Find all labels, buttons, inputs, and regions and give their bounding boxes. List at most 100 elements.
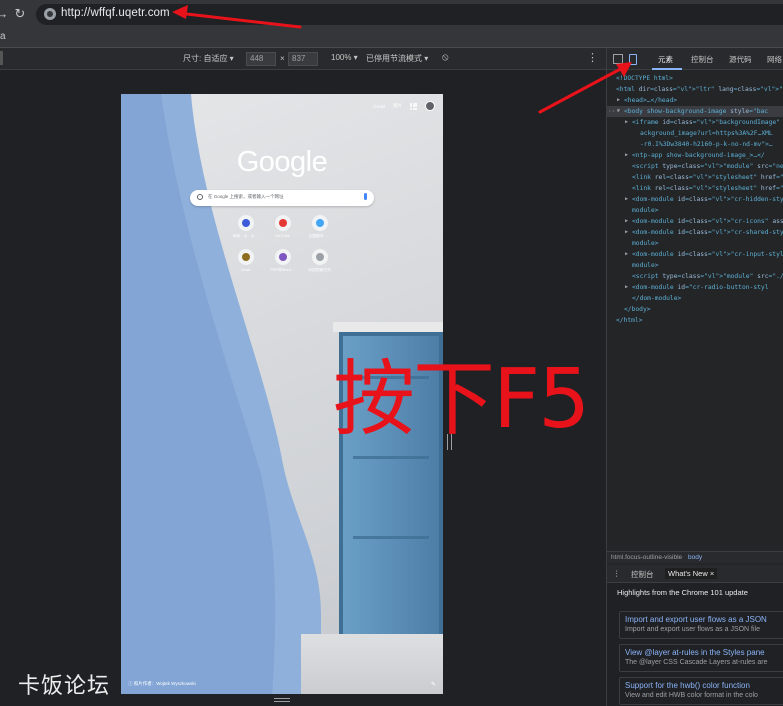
shortcut-tile[interactable]: YouTube <box>264 215 301 239</box>
card-title[interactable]: View @layer at-rules in the Styles pane <box>625 648 783 657</box>
search-input[interactable]: 在 Google 上搜索，或者输入一个网址 <box>190 190 374 206</box>
dom-node-row[interactable]: <html dir=class="vl">"ltr" lang=class="v… <box>607 84 783 95</box>
site-info-icon[interactable] <box>44 8 56 20</box>
dom-node-row[interactable]: <!DOCTYPE html> <box>607 73 783 84</box>
whats-new-card[interactable]: Support for the hwb() color function Vie… <box>619 677 783 705</box>
shortcut-label: 百度翻译 · … <box>308 234 331 238</box>
shortcut-favicon <box>241 253 250 261</box>
address-bar[interactable]: http://wffqf.uqetr.com <box>36 4 783 25</box>
photo-credit[interactable]: ⓘ 照片作者：Wojtek Wyszkowski <box>128 681 196 687</box>
dom-node-row[interactable]: module> <box>607 238 783 249</box>
expand-arrow-icon[interactable]: ▶ <box>625 249 628 260</box>
dom-node-text: <iframe id=class="vl">"backgroundImage" … <box>632 119 783 126</box>
bookmarks-bar: a <box>0 28 783 48</box>
drawer-tabbar: ⋮ 控制台 What's New × <box>607 565 783 583</box>
dom-node-row[interactable]: <script type=class="vl">"module" src="ne… <box>607 161 783 172</box>
dom-tree: <!DOCTYPE html> <html dir=class="vl">"ltr… <box>607 70 783 554</box>
dom-node-row[interactable]: </body> <box>607 304 783 315</box>
close-icon[interactable]: × <box>710 569 714 578</box>
dom-node-row[interactable]: module> <box>607 205 783 216</box>
dom-node-row[interactable]: <link rel=class="vl">"stylesheet" href="… <box>607 172 783 183</box>
dom-node-text: </body> <box>624 306 651 313</box>
shortcut-tile[interactable]: 百度翻译 · … <box>301 215 338 239</box>
expand-arrow-icon[interactable]: ▶ <box>625 117 628 128</box>
drawer-tab-whats-new[interactable]: What's New × <box>665 568 718 579</box>
rotate-icon[interactable]: ⦸ <box>442 52 449 63</box>
dom-node-row[interactable]: ▶ <dom-module id=class="vl">"cr-hidden-st… <box>607 194 783 205</box>
expand-arrow-icon[interactable]: ▶ <box>625 150 628 161</box>
resize-handle-bottom[interactable] <box>274 698 290 702</box>
shortcut-icon <box>311 215 328 231</box>
breadcrumb: html.focus-outline-visible body <box>607 551 783 563</box>
dom-node-row[interactable]: ▶ <ntp-app show-background-image_>…</ <box>607 150 783 161</box>
height-input[interactable]: 837 <box>288 52 318 66</box>
shortcut-tile[interactable]: 添加快捷方式 <box>301 249 338 273</box>
dom-node-row[interactable]: </html> <box>607 315 783 326</box>
tab-elements[interactable]: 元素 <box>658 54 673 65</box>
card-title[interactable]: Support for the hwb() color function <box>625 681 783 690</box>
expand-arrow-icon[interactable]: ▶ <box>617 95 620 106</box>
shortcut-tile[interactable]: PDF转Word… <box>264 249 301 273</box>
dom-node-row[interactable]: -r0.I%3Dw3840-h2160-p-k-no-nd-mv">… <box>607 139 783 150</box>
customize-pencil-icon[interactable]: ✎ <box>431 681 436 688</box>
device-toolbar-more-icon[interactable]: ⋮ <box>587 51 598 64</box>
whats-new-card[interactable]: Import and export user flows as a JSON I… <box>619 611 783 639</box>
shortcut-tile[interactable]: 网易 · 天 · 天… <box>227 215 264 239</box>
avatar[interactable] <box>425 101 435 111</box>
shortcut-tile[interactable]: Gmail <box>227 249 264 273</box>
dimensions-dropdown[interactable]: 尺寸: 自适应 ▾ <box>183 53 234 64</box>
press-f5-annotation: 按下F5 <box>333 352 590 447</box>
card-title[interactable]: Import and export user flows as a JSON <box>625 615 783 624</box>
shortcut-icon <box>274 249 291 265</box>
devtools-panel: 元素 控制台 源代码 网络 <!DOCTYPE html> <html dir=c… <box>606 48 783 706</box>
dom-node-row[interactable]: ▶ <head>…</head> <box>607 95 783 106</box>
shortcut-label: Gmail <box>240 268 251 272</box>
dom-node-row[interactable]: <script type=class="vl">"module" src="./… <box>607 271 783 282</box>
throttle-dropdown[interactable]: 已停用节流模式 ▾ <box>366 53 428 64</box>
dom-node-row[interactable]: ▶ <dom-module id=class="vl">"cr-icons" as… <box>607 216 783 227</box>
tab-network[interactable]: 网络 <box>767 54 782 65</box>
floor-step <box>301 634 443 694</box>
zoom-dropdown[interactable]: 100% ▾ <box>331 53 358 62</box>
width-input[interactable]: 448 <box>246 52 276 66</box>
shortcut-favicon <box>278 253 287 261</box>
expand-arrow-icon[interactable]: ▶ <box>625 216 628 227</box>
dom-node-text: <dom-module id=class="vl">"cr-icons" ass… <box>632 218 783 225</box>
forward-icon[interactable]: → <box>0 6 10 22</box>
drawer-more-icon[interactable]: ⋮ <box>613 569 621 578</box>
gmail-link[interactable]: Gmail <box>373 104 385 109</box>
toolbar-handle <box>0 51 3 65</box>
dom-node-row[interactable]: <link rel=class="vl">"stylesheet" href="… <box>607 183 783 194</box>
tab-sources[interactable]: 源代码 <box>729 54 752 65</box>
dom-node-row[interactable]: </dom-module> <box>607 293 783 304</box>
dom-node-row[interactable]: ▶ <dom-module id=class="vl">"cr-shared-st… <box>607 227 783 238</box>
microphone-icon[interactable] <box>364 193 367 200</box>
browser-toolbar: → ↻ http://wffqf.uqetr.com <box>0 0 783 28</box>
dom-node-row[interactable]: module> <box>607 260 783 271</box>
images-link[interactable]: 图片 <box>393 103 402 109</box>
dom-node-row[interactable]: ▶ <iframe id=class="vl">"backgroundImage"… <box>607 117 783 128</box>
dom-node-row[interactable]: ackground_image?url=https%3A%2F…XML <box>607 128 783 139</box>
expand-arrow-icon[interactable]: ▶ <box>625 227 628 238</box>
screenshot-root: → ↻ http://wffqf.uqetr.com a 尺寸: 自适应 ▾ 4… <box>0 0 783 706</box>
breadcrumb-item[interactable]: html.focus-outline-visible <box>611 554 682 561</box>
expand-arrow-icon[interactable]: ▶ <box>625 194 628 205</box>
inspect-element-icon[interactable] <box>613 54 623 64</box>
dom-node-row[interactable]: ▶ <dom-module id=class="vl">"cr-input-sty… <box>607 249 783 260</box>
dom-node-text: <!DOCTYPE html> <box>616 75 673 82</box>
breadcrumb-item-active[interactable]: body <box>688 554 702 561</box>
node-menu-icon[interactable]: ··· <box>608 106 619 117</box>
apps-grid-icon[interactable] <box>410 102 417 110</box>
tab-console[interactable]: 控制台 <box>691 54 714 65</box>
reload-icon[interactable]: ↻ <box>12 6 28 22</box>
device-toggle-icon[interactable] <box>629 54 637 65</box>
bookmark-item[interactable]: a <box>0 31 6 42</box>
dom-node-row[interactable]: ▼ ··· <body show-background-image style="b… <box>607 106 783 117</box>
dom-node-text: <head>…</head> <box>624 97 678 104</box>
expand-arrow-icon[interactable]: ▶ <box>625 282 628 293</box>
whats-new-card[interactable]: View @layer at-rules in the Styles pane … <box>619 644 783 672</box>
ntp-header: Gmail 图片 <box>373 101 435 111</box>
drawer-tab-console[interactable]: 控制台 <box>631 569 654 580</box>
url-text[interactable]: http://wffqf.uqetr.com <box>61 7 170 19</box>
dom-node-row[interactable]: ▶ <dom-module id="cr-radio-button-styl <box>607 282 783 293</box>
